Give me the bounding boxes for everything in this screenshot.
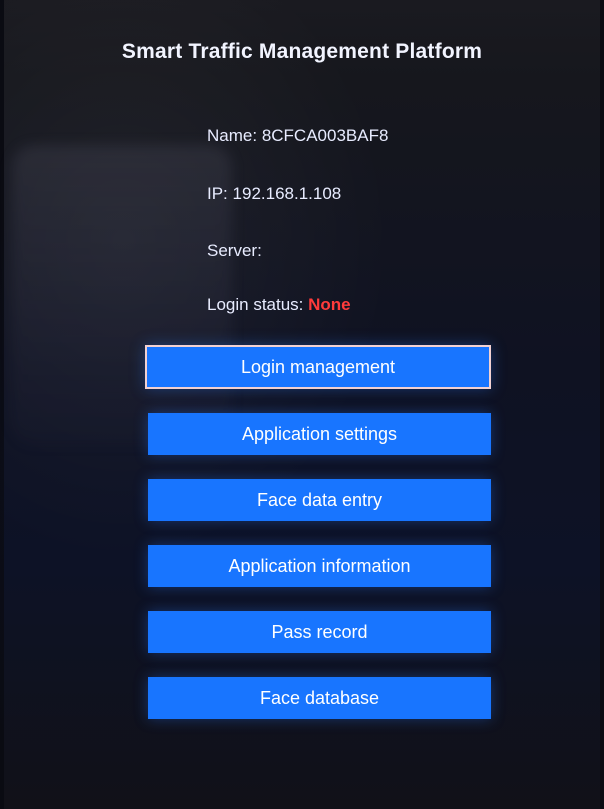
device-name-value: 8CFCA003BAF8 [261, 126, 389, 145]
ip-line: IP: 192.168.1.108 [207, 184, 341, 204]
application-settings-label: Application settings [241, 423, 398, 444]
face-database-button[interactable]: Face database [148, 677, 491, 719]
pass-record-label: Pass record [271, 621, 368, 642]
server-label: Server: [207, 241, 262, 260]
device-name-line: Name: 8CFCA003BAF8 [207, 126, 388, 146]
application-settings-button[interactable]: Application settings [148, 413, 491, 455]
screen-reflection [12, 145, 232, 445]
server-line: Server: [207, 241, 262, 261]
application-information-label: Application information [228, 555, 411, 576]
login-status-label: Login status: [207, 295, 304, 314]
device-name-label: Name: [207, 126, 258, 145]
ip-label: IP: [207, 184, 228, 203]
login-status-line: Login status: None [207, 295, 351, 315]
ip-value: 192.168.1.108 [232, 184, 342, 203]
face-data-entry-label: Face data entry [256, 489, 383, 510]
application-information-button[interactable]: Application information [148, 545, 491, 587]
login-management-label: Login management [240, 356, 396, 377]
face-database-label: Face database [259, 687, 380, 708]
face-data-entry-button[interactable]: Face data entry [148, 479, 491, 521]
app-title: Smart Traffic Management Platform [121, 40, 483, 63]
pass-record-button[interactable]: Pass record [148, 611, 491, 653]
login-management-button[interactable]: Login management [145, 345, 491, 389]
login-status-value: None [308, 295, 351, 314]
device-frame: Smart Traffic Management Platform Name: … [0, 0, 604, 809]
